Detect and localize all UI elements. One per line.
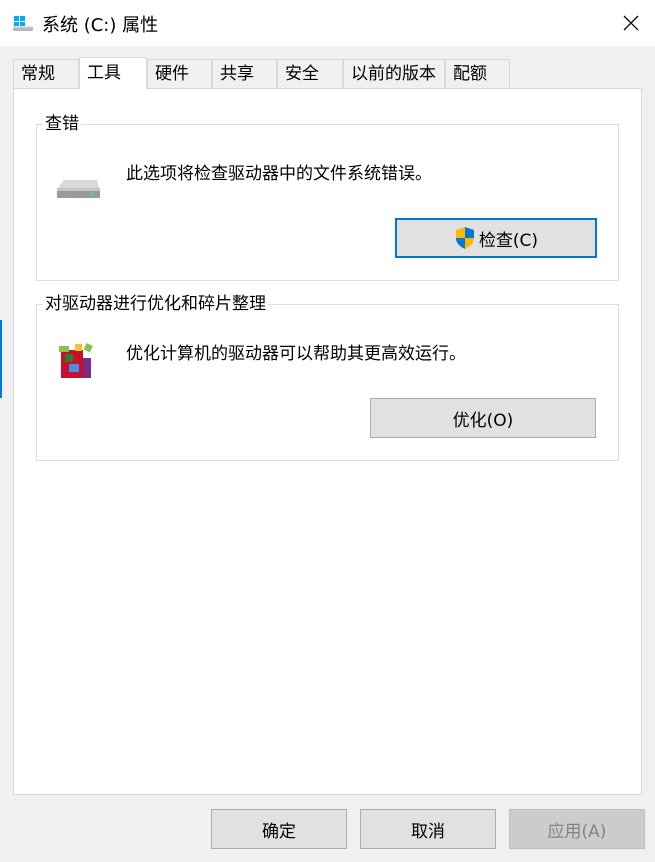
ok-button-label: 确定 xyxy=(262,821,296,842)
cancel-button-label: 取消 xyxy=(411,821,445,842)
check-button-label: 检查(C) xyxy=(478,230,539,251)
apply-button[interactable]: 应用(A) xyxy=(509,809,645,849)
optimize-group: 对驱动器进行优化和碎片整理 优化计算机的驱动器可以帮助其更高效运行。 优化(O) xyxy=(36,293,619,461)
ok-button[interactable]: 确定 xyxy=(211,809,347,849)
optimize-button[interactable]: 优化(O) xyxy=(370,398,596,438)
tab-tools[interactable]: 工具 xyxy=(79,57,147,89)
uac-shield-icon xyxy=(455,227,474,249)
tab-general[interactable]: 常规 xyxy=(13,59,79,88)
apply-button-label: 应用(A) xyxy=(547,821,607,842)
cancel-button[interactable]: 取消 xyxy=(360,809,496,849)
defrag-icon xyxy=(59,343,93,378)
close-button[interactable] xyxy=(607,0,655,46)
optimize-button-label: 优化(O) xyxy=(452,410,514,431)
tab-hardware[interactable]: 硬件 xyxy=(147,59,212,88)
optimize-description: 优化计算机的驱动器可以帮助其更高效运行。 xyxy=(126,344,466,364)
check-button[interactable]: 检查(C) xyxy=(395,218,597,258)
error-checking-description: 此选项将检查驱动器中的文件系统错误。 xyxy=(126,164,432,184)
close-icon xyxy=(623,15,639,31)
tab-quota[interactable]: 配额 xyxy=(445,59,510,88)
tools-panel: 查错 此选项将检查驱动器中的文件系统错误。 检查(C) 对驱动器进行优化和碎片整… xyxy=(13,88,642,795)
tab-security[interactable]: 安全 xyxy=(277,59,343,88)
tab-previous-versions[interactable]: 以前的版本 xyxy=(343,59,445,88)
drive-icon xyxy=(13,16,33,31)
title-bar: 系统 (C:) 属性 xyxy=(0,0,655,46)
hard-drive-icon xyxy=(57,180,100,198)
window-edge-accent xyxy=(0,320,2,398)
window-title: 系统 (C:) 属性 xyxy=(42,15,159,36)
error-checking-title: 查错 xyxy=(43,113,81,135)
optimize-title: 对驱动器进行优化和碎片整理 xyxy=(43,293,268,315)
tab-sharing[interactable]: 共享 xyxy=(212,59,277,88)
error-checking-group: 查错 此选项将检查驱动器中的文件系统错误。 检查(C) xyxy=(36,113,619,281)
